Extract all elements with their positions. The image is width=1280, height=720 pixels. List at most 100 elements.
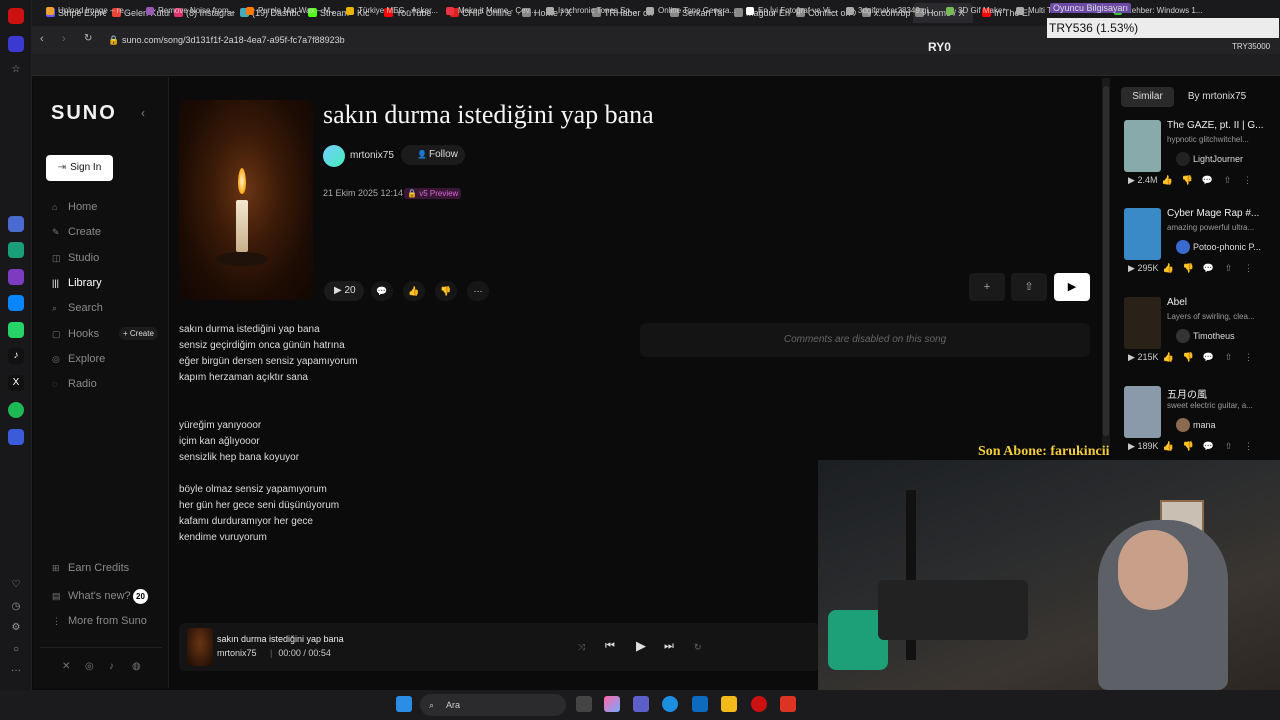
bookmark-item[interactable]: Purple Mat Wax – M... [246, 3, 337, 19]
aria-icon[interactable] [8, 216, 24, 232]
play-icon[interactable]: ▶ [1128, 352, 1135, 362]
song-cover-art[interactable] [179, 100, 313, 300]
share-icon[interactable]: ⇧ [1218, 352, 1238, 363]
teams-icon[interactable] [633, 696, 649, 712]
like-icon[interactable]: 👍 [1158, 352, 1178, 363]
sign-in-button[interactable]: ⇥ Sign In [46, 155, 113, 181]
more-vertical-icon[interactable]: ⋮ [1237, 175, 1257, 186]
song-title[interactable]: Cyber Mage Rap #... [1167, 208, 1277, 219]
song-thumbnail[interactable] [1124, 297, 1161, 349]
comment-icon[interactable]: 💬 [1197, 175, 1217, 186]
repeat-icon[interactable]: ↻ [694, 642, 702, 653]
wps-icon[interactable] [780, 696, 796, 712]
opera-icon[interactable] [751, 696, 767, 712]
song-thumbnail[interactable] [1124, 208, 1161, 260]
x-social-icon[interactable]: ✕ [62, 661, 70, 672]
nav-search[interactable]: ⌕ Search [52, 300, 103, 316]
chatgpt-icon[interactable] [8, 242, 24, 258]
windows-start-icon[interactable] [396, 696, 412, 712]
nav-studio[interactable]: ◫ Studio [52, 250, 99, 266]
collapse-sidebar-icon[interactable]: ‹ [141, 106, 145, 120]
like-icon[interactable]: 👍 [403, 281, 425, 301]
comment-icon[interactable]: 💬 [1198, 263, 1218, 274]
previous-icon[interactable]: ⏮ [605, 640, 615, 653]
store-icon[interactable] [692, 696, 708, 712]
comment-icon[interactable]: 💬 [1198, 352, 1218, 363]
like-icon[interactable]: 👍 [1157, 175, 1177, 186]
song-title[interactable]: 五月の風 [1167, 386, 1277, 401]
nav-more-from-suno[interactable]: ⋮ More from Suno [52, 613, 147, 629]
similar-song-card[interactable]: Abel Layers of swirling, clea... Timotheus… [1124, 297, 1274, 385]
file-explorer-icon[interactable] [721, 696, 737, 712]
tiktok-icon[interactable]: ♪ [8, 348, 24, 364]
copilot-icon[interactable] [604, 696, 620, 712]
discord-icon[interactable]: ◍ [132, 661, 141, 672]
bookmark-item[interactable]: Online Tone Genera... [646, 3, 736, 19]
shuffle-icon[interactable]: ⤨ [578, 642, 585, 653]
play-count-button[interactable]: ▶ 20 [324, 281, 364, 301]
nav-create[interactable]: ✎ Create [52, 224, 101, 240]
song-author[interactable]: Timotheus [1176, 329, 1235, 343]
dislike-icon[interactable]: 👎 [1178, 441, 1198, 452]
lightbulb-icon[interactable]: ○ [8, 642, 24, 658]
dislike-icon[interactable]: 👎 [435, 281, 457, 301]
settings-icon[interactable]: ⚙ [8, 620, 24, 636]
like-icon[interactable]: 👍 [1158, 263, 1178, 274]
history-icon[interactable]: ◷ [8, 599, 24, 615]
song-author[interactable]: mana [1176, 418, 1216, 432]
bookmark-item[interactable]: En İyi Fotoğraf ve Vi... [746, 3, 837, 19]
tab-similar[interactable]: Similar [1121, 87, 1174, 107]
author-name[interactable]: mrtonix75 [350, 150, 394, 161]
more-vertical-icon[interactable]: ⋮ [1238, 263, 1258, 274]
nav-explore[interactable]: ◎ Explore [52, 351, 105, 367]
share-icon[interactable]: ⇧ [1218, 441, 1238, 452]
tab-by-author[interactable]: By mrtonix75 [1181, 87, 1253, 107]
heart-icon[interactable]: ♡ [8, 577, 24, 593]
nav-library[interactable]: ||| Library [52, 275, 102, 291]
share-icon[interactable]: ⇧ [1218, 263, 1238, 274]
bookmark-item[interactable]: Make it Meme - Çev... [446, 3, 536, 19]
more-options-icon[interactable]: ··· [467, 281, 489, 301]
tiktok-icon[interactable]: ♪ [109, 661, 114, 672]
bookmark-item[interactable]: Türkiye MEG - Asker... [346, 3, 438, 19]
follow-button[interactable]: 👤 Follow [401, 145, 465, 165]
player-thumbnail[interactable] [187, 628, 213, 666]
more-vertical-icon[interactable]: ⋮ [1238, 352, 1258, 363]
messenger-icon[interactable] [8, 295, 24, 311]
share-icon[interactable]: ⇧ [1217, 175, 1237, 186]
nav-radio[interactable]: ◌ Radio [52, 376, 97, 392]
forward-icon[interactable]: › [62, 33, 66, 45]
nav-earn-credits[interactable]: ⊞ Earn Credits [52, 560, 129, 576]
dislike-icon[interactable]: 👎 [1178, 263, 1198, 274]
song-title[interactable]: The GAZE, pt. II | G... [1167, 120, 1277, 131]
play-song-button[interactable]: ▶ [1054, 273, 1090, 301]
song-thumbnail[interactable] [1124, 386, 1161, 438]
bookmark-item[interactable]: Upload Image – re... [46, 3, 130, 19]
nav-home[interactable]: ⌂ Home [52, 199, 97, 215]
home-icon[interactable] [8, 36, 24, 52]
add-to-playlist-icon[interactable]: + [969, 273, 1005, 301]
song-thumbnail[interactable] [1124, 120, 1161, 172]
like-icon[interactable]: 👍 [1158, 441, 1178, 452]
dislike-icon[interactable]: 👎 [1177, 175, 1197, 186]
similar-song-card[interactable]: The GAZE, pt. II | G... hypnotic glitchwi… [1124, 120, 1274, 208]
song-author[interactable]: Potoo-phonic P... [1176, 240, 1261, 254]
comment-icon[interactable]: 💬 [1198, 441, 1218, 452]
more-icon[interactable]: ··· [8, 663, 24, 679]
author-avatar[interactable] [323, 145, 345, 167]
song-title[interactable]: Abel [1167, 297, 1277, 308]
nav-whats-new[interactable]: ▤ What's new? [52, 588, 131, 604]
play-icon[interactable]: ▶ [1128, 175, 1135, 185]
app-icon[interactable] [8, 269, 24, 285]
url-field[interactable]: 🔒 suno.com/song/3d131f1f-2a18-4ea7-a95f-… [70, 30, 930, 50]
bookmark-item[interactable]: Remove Noise from... [146, 3, 235, 19]
star-icon[interactable]: ☆ [8, 62, 24, 78]
create-hook-button[interactable]: + Create [119, 327, 158, 340]
player-song-title[interactable]: sakın durma istediğini yap bana [217, 634, 344, 644]
comment-icon[interactable]: 💬 [371, 281, 393, 301]
task-view-icon[interactable] [576, 696, 592, 712]
edge-icon[interactable] [662, 696, 678, 712]
x-icon[interactable]: X [8, 375, 24, 391]
bookmark-item[interactable]: Isochronic Tones So... [546, 3, 637, 19]
song-author[interactable]: LightJourner [1176, 152, 1243, 166]
